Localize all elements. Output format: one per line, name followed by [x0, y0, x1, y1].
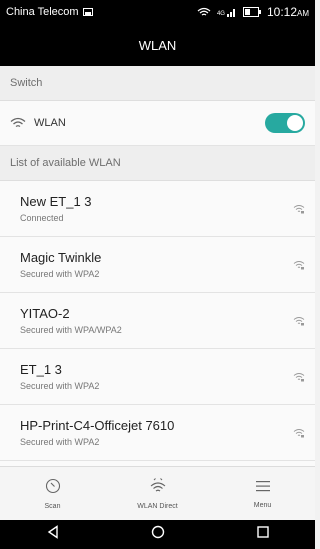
network-text: YITAO-2 Secured with WPA/WPA2	[20, 306, 291, 335]
network-name: New ET_1 3	[20, 194, 92, 209]
network-text: Magic Twinkle Secured with WPA2	[20, 250, 291, 279]
page-title: WLAN	[138, 37, 177, 53]
status-right-group: 4G 10:12AM	[197, 5, 309, 19]
network-row-hp-print[interactable]: HP-Print-C4-Officejet 7610 Secured with …	[0, 405, 315, 461]
switch-section-title: Switch	[10, 77, 43, 89]
network-row-new-et-1-3[interactable]: New ET_1 3 Connected	[0, 181, 315, 237]
network-status: Secured with WPA2	[20, 269, 100, 279]
network-name: ET_1 3	[20, 362, 62, 377]
home-icon	[151, 525, 164, 539]
wifi-signal-locked-icon	[291, 260, 305, 270]
image-notification-icon	[82, 8, 93, 16]
back-icon	[47, 525, 58, 539]
system-nav-bar	[0, 520, 315, 549]
wlan-direct-icon	[149, 477, 167, 499]
network-row-yitao-2[interactable]: YITAO-2 Secured with WPA/WPA2	[0, 293, 315, 349]
recents-button[interactable]	[256, 525, 270, 544]
network-status: Secured with WPA2	[20, 381, 100, 391]
cell-signal-icon: 4G	[217, 7, 237, 17]
list-section-header: List of available WLAN	[0, 146, 315, 181]
back-button[interactable]	[46, 525, 60, 544]
status-bar: China Telecom 4G 10:12AM	[0, 0, 315, 24]
wifi-status-icon	[197, 7, 211, 17]
network-status: Connected	[20, 213, 64, 223]
wlan-direct-label: WLAN Direct	[137, 502, 178, 510]
carrier-name: China Telecom	[6, 6, 79, 18]
content: Switch WLAN List of available WLAN New E…	[0, 66, 315, 466]
bottom-action-bar: Scan WLAN Direct Menu	[0, 466, 315, 520]
scan-icon	[45, 478, 61, 499]
network-type: 4G	[216, 11, 225, 17]
network-text: ET_1 3 Secured with WPA2	[20, 362, 291, 391]
network-row-magic-twinkle[interactable]: Magic Twinkle Secured with WPA2	[0, 237, 315, 293]
status-time: 10:12AM	[266, 5, 309, 19]
list-section-title: List of available WLAN	[10, 157, 121, 169]
network-name: YITAO-2	[20, 306, 70, 321]
switch-section-header: Switch	[0, 66, 315, 101]
network-name: Magic Twinkle	[20, 250, 102, 265]
network-status: Secured with WPA2	[20, 437, 100, 447]
status-carrier-group: China Telecom	[6, 6, 93, 18]
wifi-signal-locked-icon	[291, 428, 305, 438]
menu-button[interactable]: Menu	[210, 467, 315, 520]
network-text: HP-Print-C4-Officejet 7610 Secured with …	[20, 418, 291, 447]
battery-icon	[242, 7, 261, 17]
network-status: Secured with WPA/WPA2	[20, 325, 122, 335]
wlan-toggle[interactable]	[265, 113, 305, 133]
network-name: HP-Print-C4-Officejet 7610	[20, 418, 175, 433]
title-bar: WLAN	[0, 24, 315, 66]
wifi-signal-locked-icon	[291, 316, 305, 326]
home-button[interactable]	[151, 525, 165, 544]
scan-label: Scan	[44, 502, 61, 510]
menu-label: Menu	[253, 501, 272, 509]
network-row-et-1-3[interactable]: ET_1 3 Secured with WPA2	[0, 349, 315, 405]
wifi-signal-locked-icon	[291, 372, 305, 382]
recents-icon	[256, 526, 269, 538]
scan-button[interactable]: Scan	[0, 467, 105, 520]
wlan-direct-button[interactable]: WLAN Direct	[105, 467, 210, 520]
wifi-icon	[10, 117, 26, 129]
network-text: New ET_1 3 Connected	[20, 194, 291, 223]
menu-icon	[255, 479, 271, 498]
wifi-signal-locked-icon	[291, 204, 305, 214]
wlan-switch-row[interactable]: WLAN	[0, 101, 315, 146]
wlan-switch-label: WLAN	[34, 117, 66, 129]
